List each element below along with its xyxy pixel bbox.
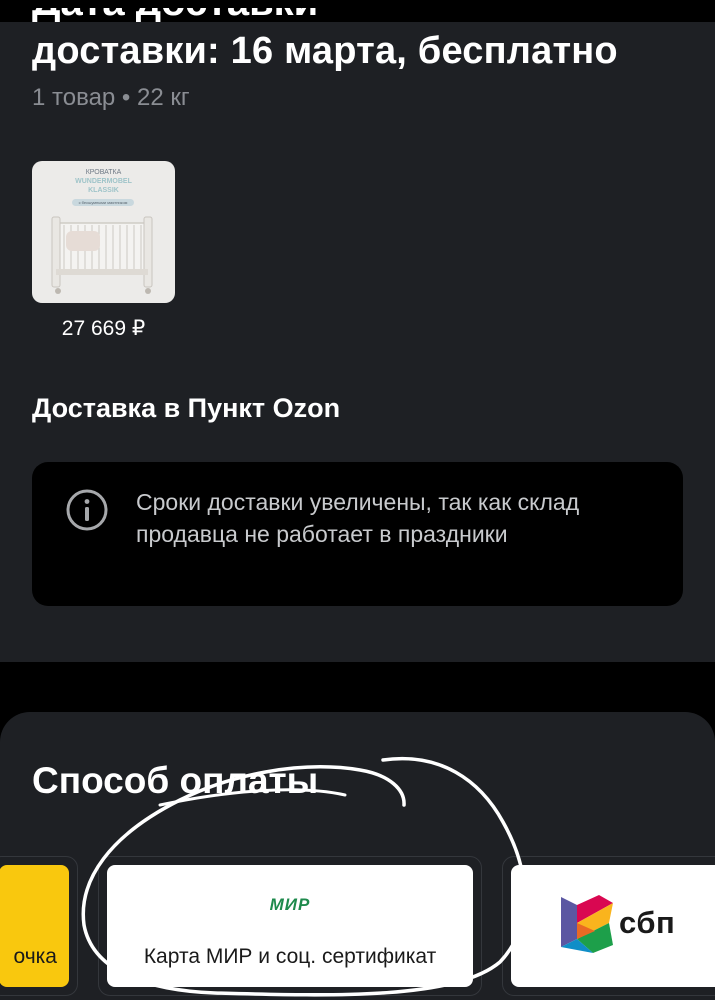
thumb-ribbon: с бесшумными маятником (72, 199, 134, 206)
sbp-tile: сбп (511, 865, 715, 987)
crib-image (51, 216, 153, 294)
sbp-logo-icon (561, 895, 613, 953)
delivery-date-title: доставки: 16 марта, бесплатно (32, 30, 618, 72)
sbp-label: сбп (619, 905, 676, 940)
cut-off-heading: Дата доставки (32, 8, 332, 22)
product-price: 27 669 ₽ (61, 317, 146, 340)
thumb-caption-type: КРОВАТКА (85, 169, 122, 176)
mir-card-label: Карта МИР и соц. сертификат (143, 945, 437, 968)
pay-option-mir-card[interactable]: МИР Карта МИР и соц. сертификат (98, 856, 482, 996)
ozon-card-label: очка (13, 945, 58, 968)
pay-option-sbp[interactable]: сбп (502, 856, 715, 996)
pay-option-ozon-card[interactable]: очка (0, 856, 78, 996)
delivery-notice: Сроки доставки увеличены, так как склад … (32, 462, 683, 606)
payment-method-title: Способ оплаты (32, 760, 319, 801)
mir-logo: МИР (269, 895, 311, 914)
pickup-point-title: Доставка в Пункт Ozon (32, 393, 341, 423)
mir-card-tile: МИР Карта МИР и соц. сертификат (107, 865, 473, 987)
info-circle-icon (66, 489, 108, 531)
cut-off-heading-text: Дата доставки (32, 8, 332, 22)
ozon-card-tile: очка (0, 865, 69, 987)
thumb-caption-brand: WUNDERMOBEL (75, 178, 132, 185)
delivery-card: Дата доставки доставки: 16 марта, беспла… (0, 8, 715, 662)
payment-method-section: Способ оплаты очка МИР Карта МИР и соц. … (0, 712, 715, 1000)
delivery-notice-text: Сроки доставки увеличены, так как склад … (136, 489, 580, 547)
delivery-meta: 1 товар • 22 кг (32, 84, 190, 111)
thumb-caption-model: KLASSIK (88, 187, 119, 194)
checkout-page: Дата доставки доставки: 16 марта, беспла… (0, 0, 715, 1000)
product-thumbnail[interactable]: КРОВАТКА WUNDERMOBEL KLASSIK с бесшумным… (32, 161, 175, 303)
